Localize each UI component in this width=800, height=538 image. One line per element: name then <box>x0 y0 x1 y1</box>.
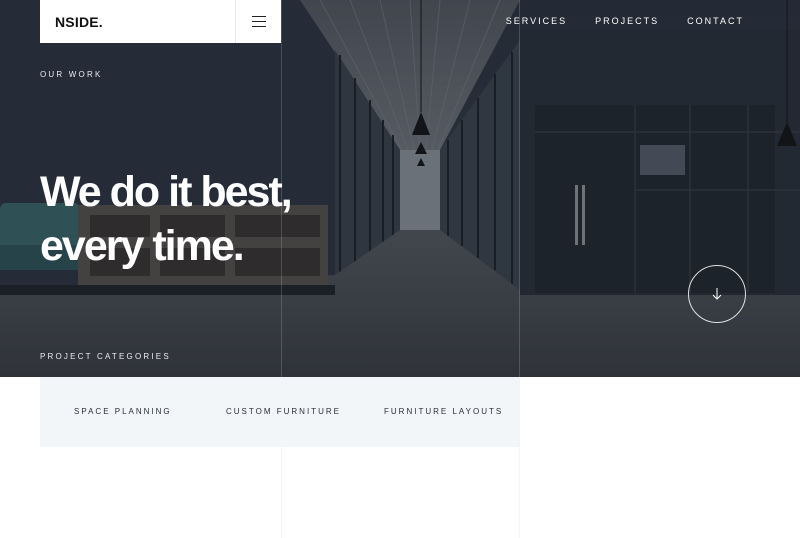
nav-link-contact[interactable]: CONTACT <box>687 16 744 26</box>
hero-headline: We do it best, every time. <box>40 165 293 273</box>
nav-link-services[interactable]: SERVICES <box>506 16 567 26</box>
nav-link-projects[interactable]: PROJECTS <box>595 16 659 26</box>
main-nav: SERVICES PROJECTS CONTACT <box>506 16 744 26</box>
categories-label: PROJECT CATEGORIES <box>40 352 171 361</box>
site-logo[interactable]: NSIDE. <box>55 14 103 30</box>
category-custom-furniture[interactable]: CUSTOM FURNITURE <box>226 407 341 416</box>
grid-guide-line <box>519 0 520 538</box>
headline-line-1: We do it best, <box>40 168 293 216</box>
hamburger-menu-icon <box>251 16 266 17</box>
project-categories: SPACE PLANNING CUSTOM FURNITURE FURNITUR… <box>40 377 519 447</box>
menu-button[interactable] <box>235 0 281 43</box>
category-space-planning[interactable]: SPACE PLANNING <box>74 407 172 416</box>
category-furniture-layouts[interactable]: FURNITURE LAYOUTS <box>384 407 503 416</box>
hamburger-menu-icon <box>251 26 266 27</box>
headline-line-2: every time. <box>40 222 245 270</box>
hero-eyebrow: OUR WORK <box>40 70 103 79</box>
logo-bar: NSIDE. <box>40 0 281 43</box>
hamburger-menu-icon <box>251 21 266 22</box>
scroll-down-button[interactable] <box>688 265 746 323</box>
arrow-down-icon <box>712 288 722 300</box>
